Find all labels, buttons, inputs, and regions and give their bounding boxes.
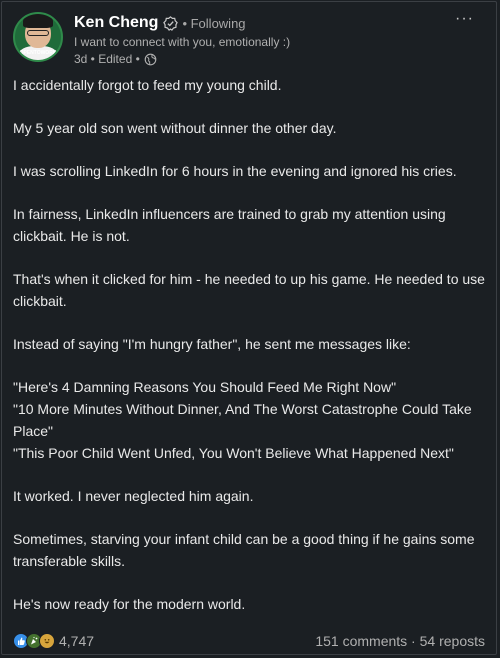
post-header: OPENTOWORK Ken Cheng • Following I want …	[2, 2, 496, 68]
more-options-icon[interactable]: ···	[455, 10, 474, 28]
post-paragraph: That's when it clicked for him - he need…	[13, 271, 485, 309]
stats-separator: ·	[407, 633, 420, 649]
post-quote: "This Poor Child Went Unfed, You Won't B…	[13, 445, 454, 461]
author-headline: I want to connect with you, emotionally …	[74, 35, 291, 49]
post-paragraph: It worked. I never neglected him again.	[13, 488, 254, 504]
author-name[interactable]: Ken Cheng	[74, 14, 158, 32]
author-name-row: Ken Cheng • Following	[74, 14, 246, 32]
author-avatar[interactable]: OPENTOWORK	[13, 12, 63, 62]
post-quote: "10 More Minutes Without Dinner, And The…	[13, 401, 472, 439]
funny-reaction-icon	[39, 633, 55, 649]
post-time: 3d • Edited •	[74, 52, 140, 66]
post-meta: 3d • Edited •	[74, 52, 157, 66]
comments-link[interactable]: 151 comments	[315, 633, 407, 649]
post-paragraph: In fairness, LinkedIn influencers are tr…	[13, 206, 446, 244]
post-paragraph: Instead of saying "I'm hungry father", h…	[13, 336, 411, 352]
post-paragraph: Sometimes, starving your infant child ca…	[13, 531, 475, 569]
post-paragraph: My 5 year old son went without dinner th…	[13, 120, 337, 136]
post-paragraph: I accidentally forgot to feed my young c…	[13, 77, 282, 93]
open-to-work-badge: OPENTOWORK	[19, 50, 57, 56]
post-quote: "Here's 4 Damning Reasons You Should Fee…	[13, 379, 397, 395]
post-card: OPENTOWORK Ken Cheng • Following I want …	[1, 1, 497, 655]
reaction-count: 4,747	[59, 633, 95, 649]
post-paragraph: I was scrolling LinkedIn for 6 hours in …	[13, 163, 457, 179]
post-body: I accidentally forgot to feed my young c…	[13, 74, 485, 636]
reactions-summary[interactable]: 4,747	[13, 633, 94, 649]
avatar-glasses	[27, 30, 49, 36]
social-counts: 4,747 151 comments · 54 reposts	[13, 630, 485, 652]
reposts-link[interactable]: 54 reposts	[420, 633, 485, 649]
following-status[interactable]: • Following	[182, 16, 245, 31]
engagement-stats: 151 comments · 54 reposts	[315, 633, 485, 649]
avatar-hair	[23, 14, 53, 28]
post-paragraph: He's now ready for the modern world.	[13, 596, 246, 612]
globe-icon	[144, 53, 157, 65]
verified-icon	[163, 15, 179, 31]
